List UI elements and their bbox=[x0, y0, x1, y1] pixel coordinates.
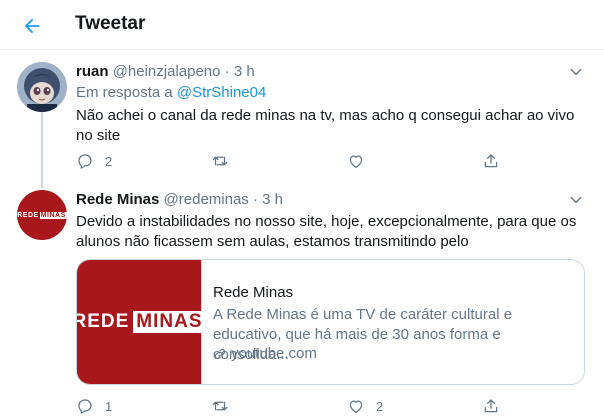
card-logo-minas: MINAS bbox=[133, 311, 206, 333]
tweet-menu-button[interactable] bbox=[566, 190, 586, 210]
reply-button[interactable]: 1 bbox=[76, 396, 112, 416]
card-domain: youtube.com bbox=[213, 345, 317, 362]
link-icon bbox=[214, 348, 226, 359]
heart-icon bbox=[349, 400, 363, 414]
retweet-icon bbox=[212, 401, 228, 411]
like-count: 2 bbox=[376, 398, 384, 414]
avatar-logo-rede: REDE bbox=[17, 211, 39, 219]
share-button[interactable] bbox=[482, 396, 500, 416]
avatar-logo-minas: MINAS bbox=[39, 211, 67, 219]
like-button[interactable]: 2 bbox=[347, 396, 383, 416]
card-logo-rede: REDE bbox=[76, 311, 130, 332]
link-preview-card[interactable]: REDE MINAS Rede Minas A Rede Minas é uma… bbox=[76, 259, 585, 385]
share-icon bbox=[484, 399, 498, 413]
card-domain-text: youtube.com bbox=[231, 345, 317, 362]
author-name[interactable]: Rede Minas bbox=[76, 191, 159, 208]
reply-count: 1 bbox=[105, 398, 113, 414]
card-title: Rede Minas bbox=[213, 284, 294, 301]
rede-minas-logo: REDE MINAS bbox=[17, 211, 67, 219]
tweet-actions: 1 2 bbox=[76, 396, 516, 416]
tweet-rede-minas[interactable]: REDE MINAS Rede Minas @redeminas · 3 h D… bbox=[0, 0, 604, 418]
separator-dot: · bbox=[252, 191, 258, 208]
author-handle[interactable]: @redeminas bbox=[164, 191, 249, 208]
card-thumbnail: REDE MINAS bbox=[77, 260, 206, 384]
tweet-timestamp[interactable]: 3 h bbox=[262, 191, 283, 208]
tweet-text: Devido a instabilidades no nosso site, h… bbox=[76, 213, 577, 250]
reply-icon bbox=[78, 399, 92, 414]
retweet-button[interactable] bbox=[211, 396, 240, 416]
avatar[interactable]: REDE MINAS bbox=[17, 190, 67, 240]
chevron-down-icon bbox=[570, 196, 582, 204]
rede-minas-logo: REDE MINAS bbox=[76, 311, 206, 333]
tweet-author-row: Rede Minas @redeminas · 3 h bbox=[76, 191, 283, 208]
